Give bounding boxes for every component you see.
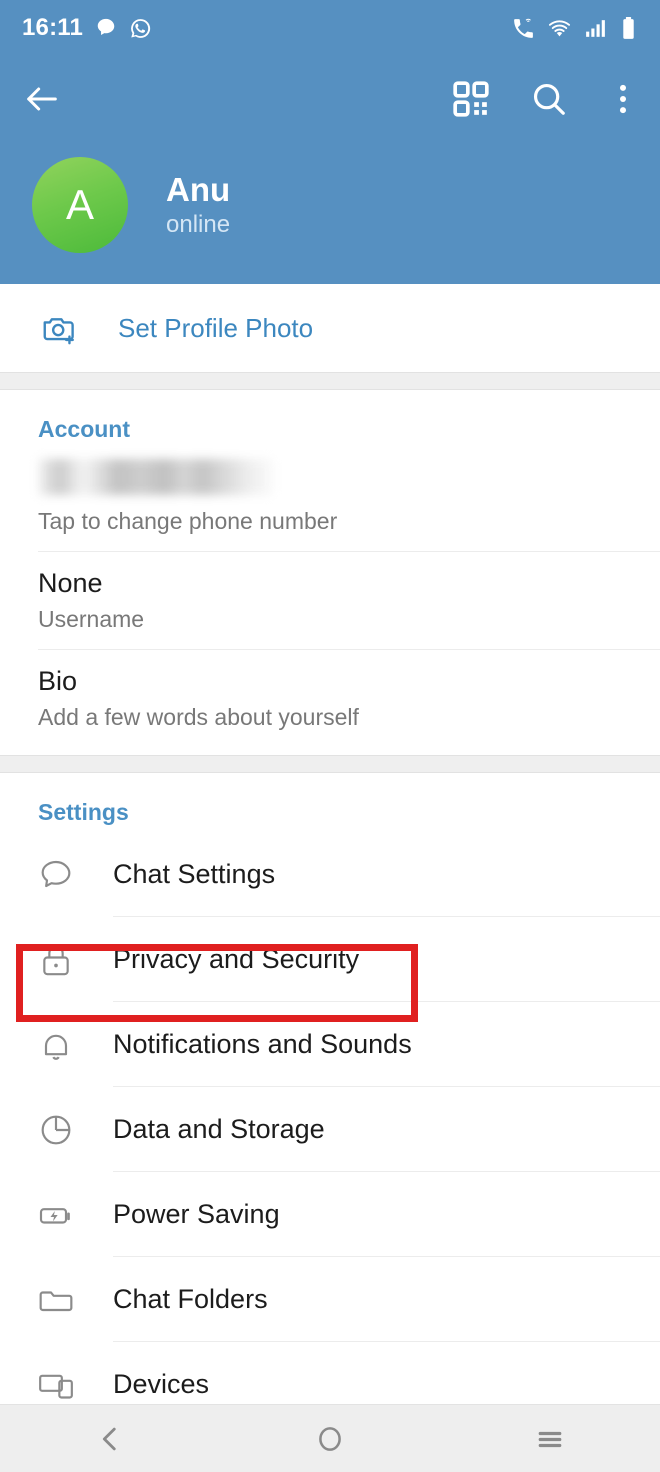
wifi-icon — [548, 19, 571, 36]
settings-item-power-saving[interactable]: Power Saving — [0, 1172, 660, 1257]
settings-item-chat-settings[interactable]: Chat Settings — [0, 832, 660, 917]
settings-item-notifications-and-sounds[interactable]: Notifications and Sounds — [0, 1002, 660, 1087]
section-separator — [0, 755, 660, 773]
battery-bolt-icon — [32, 1195, 80, 1235]
settings-item-label: Chat Settings — [113, 859, 276, 889]
profile-text: Anu online — [166, 170, 231, 239]
overflow-menu-icon — [619, 84, 627, 114]
app-toolbar — [0, 60, 660, 138]
hamburger-icon — [538, 1431, 562, 1447]
profile-name: Anu — [166, 170, 231, 208]
devices-icon — [32, 1365, 80, 1405]
qr-code-icon — [453, 81, 489, 117]
username-subtitle: Username — [38, 606, 145, 632]
system-navigation-bar — [0, 1404, 660, 1472]
profile-summary[interactable]: A Anu online — [0, 150, 660, 260]
chat-bubble-icon — [32, 855, 80, 895]
status-bar-right — [511, 16, 638, 41]
chevron-left-icon — [102, 1427, 116, 1450]
battery-icon — [623, 16, 634, 39]
toolbar-actions — [452, 80, 638, 118]
settings-item-label: Notifications and Sounds — [113, 1029, 412, 1059]
telegram-settings-screen: 16:11 A Anu online Set Profile Photo Acc… — [0, 0, 660, 1472]
username-row[interactable]: None Username — [0, 552, 660, 650]
nav-back-button[interactable] — [50, 1405, 170, 1472]
phone-number-row[interactable]: Tap to change phone number — [0, 459, 660, 552]
back-button[interactable] — [22, 79, 62, 119]
settings-item-label: Devices — [113, 1369, 210, 1399]
set-profile-photo-label: Set Profile Photo — [118, 312, 314, 343]
camera-add-icon — [38, 309, 80, 347]
settings-item-label: Privacy and Security — [113, 944, 360, 974]
settings-item-chat-folders[interactable]: Chat Folders — [0, 1257, 660, 1342]
app-header: 16:11 A Anu online — [0, 0, 660, 284]
nav-recents-button[interactable] — [490, 1405, 610, 1472]
signal-icon — [586, 19, 605, 37]
settings-item-label: Chat Folders — [113, 1284, 268, 1314]
account-section-title: Account — [38, 416, 130, 442]
profile-status: online — [166, 211, 231, 239]
qr-code-button[interactable] — [452, 80, 490, 118]
settings-body: Set Profile Photo Account Tap to change … — [0, 284, 660, 1472]
status-bar-left: 16:11 — [22, 14, 152, 42]
status-bar-clock: 16:11 — [22, 14, 84, 41]
phone-number-subtitle: Tap to change phone number — [38, 508, 338, 534]
phone-number-value-redacted — [38, 459, 273, 495]
overflow-menu-button[interactable] — [608, 80, 638, 118]
whatsapp-icon — [131, 18, 151, 38]
status-bar: 16:11 — [0, 0, 660, 56]
bell-icon — [32, 1025, 80, 1065]
folder-icon — [32, 1280, 80, 1320]
settings-item-privacy-and-security[interactable]: Privacy and Security — [0, 917, 660, 1002]
back-arrow-icon — [27, 87, 57, 111]
section-separator — [0, 372, 660, 390]
search-button[interactable] — [530, 80, 568, 118]
settings-item-data-and-storage[interactable]: Data and Storage — [0, 1087, 660, 1172]
bio-subtitle: Add a few words about yourself — [38, 704, 359, 730]
settings-item-label: Power Saving — [113, 1199, 280, 1229]
bio-value: Bio — [38, 666, 78, 696]
message-icon — [97, 18, 115, 36]
avatar[interactable]: A — [32, 157, 128, 253]
bio-row[interactable]: Bio Add a few words about yourself — [0, 650, 660, 747]
lock-icon — [32, 940, 80, 980]
pie-chart-icon — [32, 1110, 80, 1150]
set-profile-photo-row[interactable]: Set Profile Photo — [0, 284, 660, 372]
search-icon — [533, 83, 565, 115]
settings-item-label: Data and Storage — [113, 1114, 325, 1144]
username-value: None — [38, 568, 103, 598]
call-wifi-icon — [514, 18, 533, 38]
settings-section-title: Settings — [38, 799, 129, 825]
nav-home-button[interactable] — [270, 1405, 390, 1472]
circle-icon — [319, 1426, 341, 1451]
